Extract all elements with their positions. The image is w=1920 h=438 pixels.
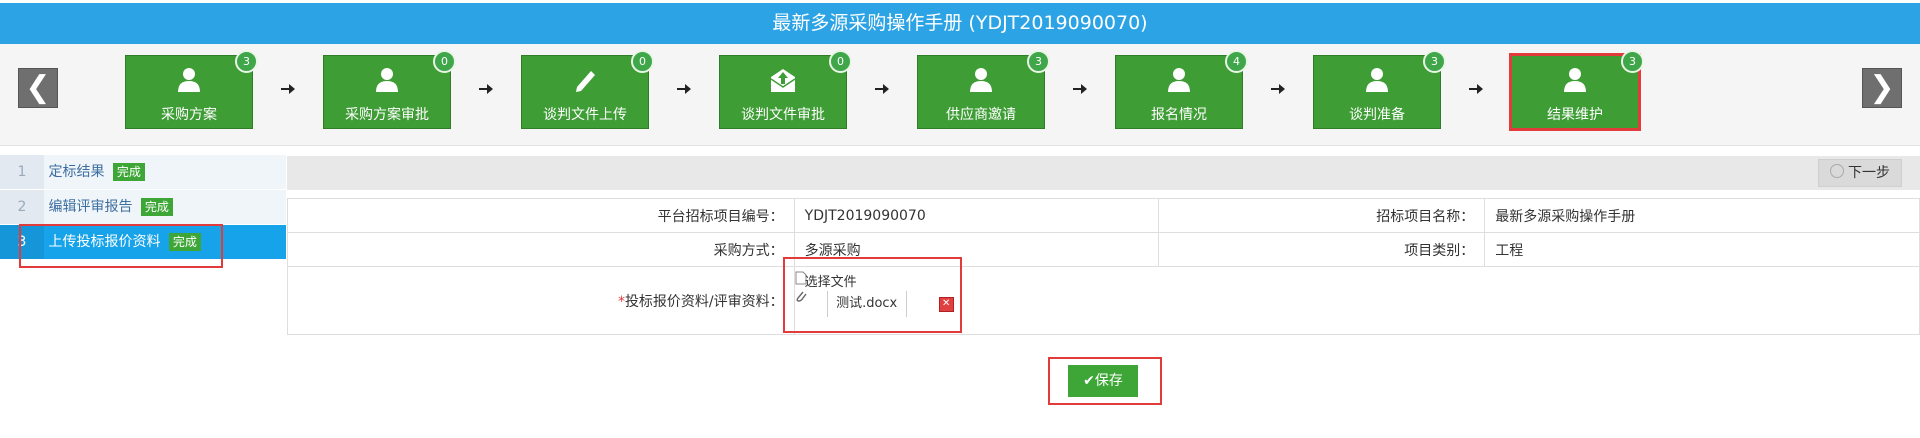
form-row: *投标报价资料/评审资料： 选择文件 测试.docx ✕ (287, 257, 1920, 335)
toolbar: 下一步 (287, 156, 1920, 190)
form-row: 平台招标项目编号： YDJT2019090070 招标项目名称： 最新多源采购操… (287, 198, 1920, 233)
chevron-right-icon[interactable]: ❯ (1862, 68, 1902, 108)
category-value: 工程 (1484, 232, 1920, 267)
step-negotiation-prep[interactable]: 谈判准备 3 (1313, 50, 1446, 129)
paperclip-icon (796, 291, 807, 302)
form-row: 采购方式： 多源采购 项目类别： 工程 (287, 232, 1920, 267)
project-name-value: 最新多源采购操作手册 (1484, 198, 1920, 233)
step-result-maintenance[interactable]: 结果维护 3 (1509, 50, 1644, 131)
save-label: 保存 (1094, 373, 1123, 389)
step-label: 谈判文件审批 (741, 107, 825, 123)
annotation-highlight (19, 224, 223, 268)
menu-item-bid-result[interactable]: 1 定标结果 完成 (0, 155, 286, 190)
arrow-right-icon (1073, 84, 1087, 94)
chevron-left-icon[interactable]: ❮ (18, 68, 58, 108)
pencil-icon (576, 71, 595, 92)
step-count-badge: 3 (1423, 50, 1446, 73)
status-badge: 完成 (112, 163, 145, 181)
step-label: 结果维护 (1547, 107, 1603, 123)
user-icon (1168, 68, 1190, 92)
status-badge: 完成 (140, 198, 173, 216)
step-count-badge: 3 (1621, 50, 1644, 73)
upload-label-text: 投标报价资料/评审资料： (624, 293, 784, 310)
next-step-label: 下一步 (1848, 165, 1890, 181)
platform-no-value: YDJT2019090070 (793, 198, 1160, 233)
project-name-label: 招标项目名称： (1158, 198, 1486, 233)
step-count-badge: 0 (433, 50, 456, 73)
user-icon (1564, 68, 1586, 92)
step-strip: ❮ 采购方案 3 采购方案审批 0 谈判文件上传 0 谈判文件审批 0 供应商邀… (0, 44, 1920, 183)
user-icon (376, 68, 398, 92)
arrow-right-icon (1271, 84, 1285, 94)
step-count-badge: 3 (235, 50, 258, 73)
arrow-right-icon (1469, 84, 1483, 94)
user-icon (1366, 68, 1388, 92)
upload-mail-icon (770, 69, 796, 92)
next-circle-icon (1830, 164, 1844, 178)
delete-file-icon[interactable]: ✕ (938, 297, 954, 312)
project-info-form: 平台招标项目编号： YDJT2019090070 招标项目名称： 最新多源采购操… (287, 198, 1920, 335)
step-supplier-invitation[interactable]: 供应商邀请 3 (917, 50, 1050, 129)
menu-item-label: 编辑评审报告 (48, 199, 133, 215)
upload-highlight: 选择文件 测试.docx ✕ (782, 257, 962, 333)
platform-no-label: 平台招标项目编号： (287, 198, 795, 233)
step-count-badge: 4 (1225, 50, 1248, 73)
step-label: 采购方案审批 (345, 107, 429, 123)
check-icon: ✔ (1083, 373, 1095, 389)
step-registration-status[interactable]: 报名情况 4 (1115, 50, 1248, 129)
file-name[interactable]: 测试.docx (826, 291, 907, 317)
menu-item-label: 定标结果 (48, 164, 105, 180)
step-label: 供应商邀请 (946, 107, 1016, 123)
menu-item-number: 1 (0, 155, 44, 189)
next-step-button[interactable]: 下一步 (1818, 159, 1902, 187)
upload-cell: 选择文件 测试.docx ✕ (782, 257, 1920, 335)
required-mark: * (617, 293, 625, 310)
category-label: 项目类别： (1158, 232, 1486, 267)
arrow-right-icon (281, 84, 295, 94)
step-negotiation-doc-approval[interactable]: 谈判文件审批 0 (719, 50, 852, 129)
user-icon (970, 68, 992, 92)
step-label: 谈判文件上传 (543, 107, 627, 123)
arrow-right-icon (875, 84, 889, 94)
step-negotiation-doc-upload[interactable]: 谈判文件上传 0 (521, 50, 654, 129)
save-highlight: ✔保存 (1048, 357, 1162, 405)
arrow-right-icon (479, 84, 493, 94)
upload-label: *投标报价资料/评审资料： (287, 266, 795, 335)
arrow-right-icon (677, 84, 691, 94)
step-count-badge: 3 (1027, 50, 1050, 73)
step-label: 报名情况 (1151, 107, 1207, 123)
step-purchase-plan[interactable]: 采购方案 3 (125, 50, 258, 129)
choose-file-button[interactable]: 选择文件 (805, 271, 857, 290)
user-icon (178, 68, 200, 92)
save-button[interactable]: ✔保存 (1068, 365, 1138, 397)
menu-item-number: 2 (0, 190, 44, 224)
step-purchase-plan-approval[interactable]: 采购方案审批 0 (323, 50, 456, 129)
method-label: 采购方式： (287, 232, 795, 267)
step-count-badge: 0 (631, 50, 654, 73)
step-label: 谈判准备 (1349, 107, 1405, 123)
page-title: 最新多源采购操作手册 (YDJT2019090070) (0, 3, 1920, 44)
step-label: 采购方案 (161, 107, 217, 123)
step-count-badge: 0 (829, 50, 852, 73)
menu-item-edit-review-report[interactable]: 2 编辑评审报告 完成 (0, 190, 286, 225)
